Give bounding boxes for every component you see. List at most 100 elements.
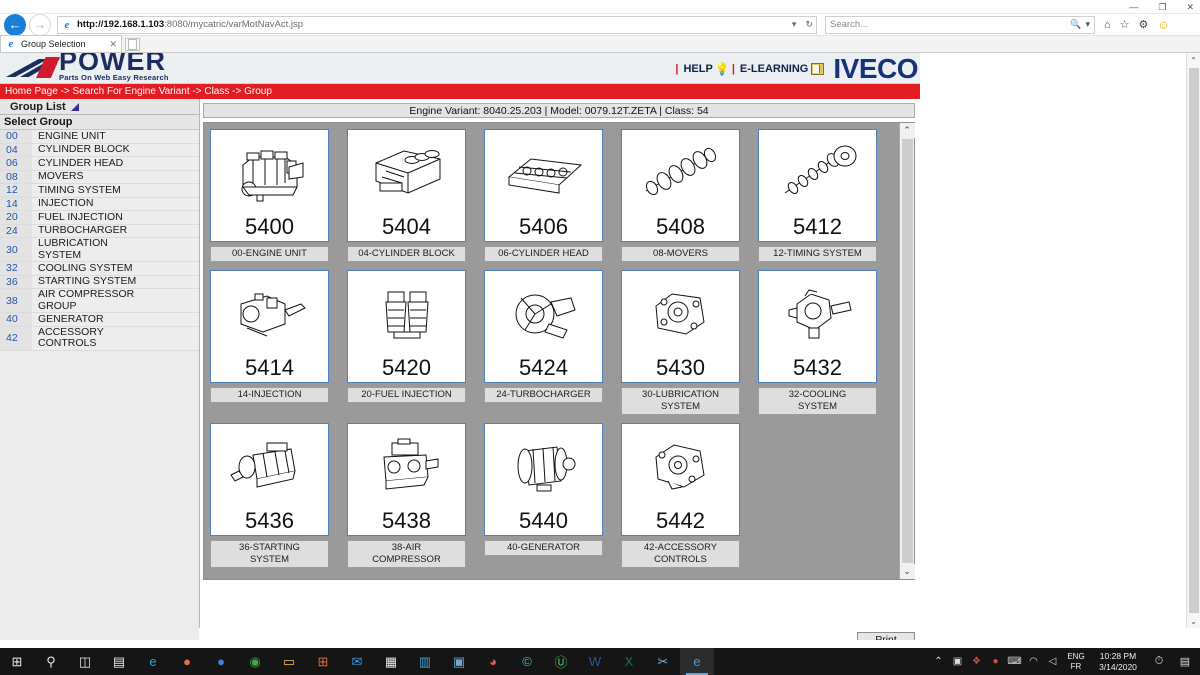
notifications-icon[interactable]: ▤ <box>1172 648 1198 675</box>
gear-icon[interactable]: ⚙ <box>1139 18 1149 31</box>
forward-arrow-icon[interactable]: → <box>29 14 51 36</box>
minimize-button[interactable]: — <box>1129 0 1138 14</box>
edge-icon[interactable]: e <box>136 648 170 675</box>
close-icon[interactable]: ✕ <box>109 39 117 50</box>
group-label-button[interactable]: 30-LUBRICATION SYSTEM <box>621 387 740 415</box>
sidebar-item-24[interactable]: 24 TURBOCHARGER <box>0 225 199 239</box>
paint-icon[interactable]: ◕ <box>476 648 510 675</box>
record-icon[interactable]: ● <box>986 648 1005 675</box>
sidebar-item-36[interactable]: 36 STARTING SYSTEM <box>0 276 199 290</box>
page-vertical-scrollbar[interactable]: ⌃ ⌄ <box>1186 53 1200 628</box>
group-tile[interactable]: 5420 <box>347 270 466 383</box>
keyboard-icon[interactable]: ⌨ <box>1005 648 1024 675</box>
sidebar-item-12[interactable]: 12 TIMING SYSTEM <box>0 184 199 198</box>
firefox-icon[interactable]: ● <box>170 648 204 675</box>
scroll-up-icon[interactable]: ⌃ <box>900 123 915 138</box>
sidebar-item-30[interactable]: 30 LUBRICATION SYSTEM <box>0 238 199 262</box>
language-indicator[interactable]: ENG FR <box>1062 652 1090 672</box>
chrome-icon[interactable]: ◉ <box>238 648 272 675</box>
utorrent-icon[interactable]: Ⓤ <box>544 648 578 675</box>
close-button[interactable]: ✕ <box>1186 0 1194 14</box>
breadcrumb[interactable]: Home Page -> Search For Engine Variant -… <box>0 84 920 99</box>
back-arrow-icon[interactable]: ← <box>4 14 26 36</box>
chevron-down-icon[interactable]: ▾ <box>1085 19 1090 30</box>
refresh-icon[interactable]: ↻ <box>805 19 813 30</box>
group-tile[interactable]: 5412 <box>758 129 877 242</box>
firefox-dev-icon[interactable]: ● <box>204 648 238 675</box>
group-tile[interactable]: 5404 <box>347 129 466 242</box>
address-bar[interactable]: e http://192.168.1.103:8080/mycatric/var… <box>57 16 817 34</box>
sidebar-item-42[interactable]: 42 ACCESSORY CONTROLS <box>0 327 199 351</box>
group-tile[interactable]: 5440 <box>484 423 603 536</box>
tab-group-selection[interactable]: e Group Selection ✕ <box>0 35 122 52</box>
sidebar-item-04[interactable]: 04 CYLINDER BLOCK <box>0 144 199 158</box>
triangle-collapse-icon[interactable] <box>71 103 79 111</box>
scroll-down-icon[interactable]: ⌄ <box>1187 614 1200 628</box>
elearning-link[interactable]: E-LEARNING <box>740 63 808 75</box>
clock[interactable]: 10:28 PM 3/14/2020 <box>1090 651 1146 673</box>
grid-scrollbar[interactable]: ⌃ ⌄ <box>899 123 914 579</box>
group-label-button[interactable]: 08-MOVERS <box>621 246 740 262</box>
vm-icon[interactable]: ▣ <box>948 648 967 675</box>
group-tile[interactable]: 5432 <box>758 270 877 383</box>
snipping-tool-icon[interactable]: ✂ <box>646 648 680 675</box>
scroll-down-icon[interactable]: ⌄ <box>900 564 915 579</box>
group-label-button[interactable]: 38-AIR COMPRESSOR <box>347 540 466 568</box>
group-label-button[interactable]: 12-TIMING SYSTEM <box>758 246 877 262</box>
calculator-icon[interactable]: ▦ <box>374 648 408 675</box>
sidebar-item-20[interactable]: 20 FUEL INJECTION <box>0 211 199 225</box>
group-label-button[interactable]: 20-FUEL INJECTION <box>347 387 466 403</box>
network-icon[interactable]: ❖ <box>967 648 986 675</box>
group-tile[interactable]: 5408 <box>621 129 740 242</box>
group-label-button[interactable]: 36-STARTING SYSTEM <box>210 540 329 568</box>
group-label-button[interactable]: 42-ACCESSORY CONTROLS <box>621 540 740 568</box>
group-tile[interactable]: 5436 <box>210 423 329 536</box>
sidebar-item-06[interactable]: 06 CYLINDER HEAD <box>0 157 199 171</box>
word-icon[interactable]: W <box>578 648 612 675</box>
microsoft-store-icon[interactable]: ⊞ <box>306 648 340 675</box>
start-button[interactable]: ⊞ <box>0 648 34 675</box>
scrollbar-thumb[interactable] <box>902 139 913 563</box>
internet-explorer-icon[interactable]: e <box>680 648 714 675</box>
terminal-icon[interactable]: ▤ <box>102 648 136 675</box>
file-explorer-icon[interactable]: ▭ <box>272 648 306 675</box>
group-tile[interactable]: 5442 <box>621 423 740 536</box>
chevron-down-icon[interactable]: ▾ <box>792 19 797 30</box>
group-tile[interactable]: 5438 <box>347 423 466 536</box>
new-tab-button[interactable] <box>125 38 140 51</box>
print-button[interactable]: Print <box>857 632 915 640</box>
excel-icon[interactable]: X <box>612 648 646 675</box>
group-tile[interactable]: 5406 <box>484 129 603 242</box>
help-link[interactable]: HELP <box>683 63 712 75</box>
group-label-button[interactable]: 04-CYLINDER BLOCK <box>347 246 466 262</box>
search-box[interactable]: Search... 🔍 ▾ <box>825 16 1095 34</box>
restore-button[interactable]: ❐ <box>1158 0 1166 14</box>
mail-icon[interactable]: ✉ <box>340 648 374 675</box>
copyright-app-icon[interactable]: © <box>510 648 544 675</box>
sidebar-item-08[interactable]: 08 MOVERS <box>0 171 199 185</box>
group-label-button[interactable]: 24-TURBOCHARGER <box>484 387 603 403</box>
smiley-feedback-icon[interactable]: ☺ <box>1157 18 1169 32</box>
group-tile[interactable]: 5430 <box>621 270 740 383</box>
sidebar-item-32[interactable]: 32 COOLING SYSTEM <box>0 262 199 276</box>
search-icon[interactable]: 🔍 <box>1070 19 1081 30</box>
database-icon[interactable]: ▥ <box>408 648 442 675</box>
scrollbar-thumb[interactable] <box>1189 68 1199 613</box>
group-label-button[interactable]: 14-INJECTION <box>210 387 329 403</box>
wifi-icon[interactable]: ◠ <box>1024 648 1043 675</box>
group-tile[interactable]: 5400 <box>210 129 329 242</box>
group-tile[interactable]: 5424 <box>484 270 603 383</box>
scroll-up-icon[interactable]: ⌃ <box>1187 53 1200 67</box>
power-logo[interactable]: POWER Parts On Web Easy Research <box>6 53 169 83</box>
favorites-star-icon[interactable]: ☆ <box>1120 18 1130 31</box>
task-view-icon[interactable]: ◫ <box>68 648 102 675</box>
volume-icon[interactable]: ◁ <box>1043 648 1062 675</box>
remote-desktop-icon[interactable]: ▣ <box>442 648 476 675</box>
search-input[interactable]: Search... <box>830 19 868 30</box>
meter-icon[interactable]: ⏱ <box>1146 648 1172 675</box>
sidebar-item-14[interactable]: 14 INJECTION <box>0 198 199 212</box>
group-tile[interactable]: 5414 <box>210 270 329 383</box>
sidebar-item-38[interactable]: 38 AIR COMPRESSOR GROUP <box>0 289 199 313</box>
sidebar-item-40[interactable]: 40 GENERATOR <box>0 313 199 327</box>
group-label-button[interactable]: 40-GENERATOR <box>484 540 603 556</box>
